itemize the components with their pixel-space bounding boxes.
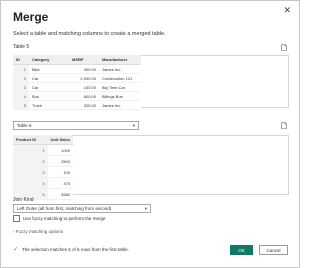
fuzzy-options-label: Fuzzy matching options [15,229,64,234]
table-cell: 2,000.00 [69,73,99,83]
dialog-title: Merge [13,10,49,24]
dialog-subtitle: Select a table and matching columns to c… [13,31,166,37]
table-cell: 100 [47,166,73,178]
table-cell: 2 [13,155,48,167]
join-kind-select[interactable]: Left Outer (all from first, matching fro… [13,204,151,213]
table-cell: Bus [29,91,69,101]
table-cell: Truck [29,100,69,110]
table-cell: 4580 [47,188,73,200]
table-row: 4 Bus 600.00 Billings Bus [13,91,141,101]
table-cell: James Inc. [99,64,141,74]
document-icon[interactable] [281,44,287,51]
table-row: 3 100 [13,166,73,178]
check-icon: ✓ [13,247,19,253]
table-cell: Construction 101 [99,73,141,83]
column-header[interactable]: Unit Sales [47,135,73,145]
table-cell: 600.00 [69,91,99,101]
table-cell: 3 [13,82,29,92]
table2-header-row: Product ID Unit Sales [13,135,73,145]
table2-select-value: Table 6 [17,123,32,128]
table-cell: 5 [13,100,29,110]
table-cell: Billings Bus [99,91,141,101]
column-header[interactable]: Category [29,55,69,65]
document-icon[interactable] [281,122,287,129]
table-cell: 1 [13,144,48,156]
cancel-button[interactable]: Cancel [259,245,288,255]
table-cell: 325.00 [69,100,99,110]
merge-dialog: ✕ Merge Select a table and matching colu… [0,0,300,268]
fuzzy-checkbox[interactable] [13,215,20,222]
chevron-down-icon: ▾ [144,206,147,211]
table-cell: 3 [13,166,48,178]
fuzzy-checkbox-label: Use fuzzy matching to perform the merge [23,216,106,221]
table1-preview: ID Category MSRP Manufacturer 1 Bike 300… [13,55,141,110]
table1-name: Table 5 [13,44,30,50]
table-row: 4 375 [13,177,73,189]
table-cell: Bike [29,64,69,74]
column-header[interactable]: ID [13,55,29,65]
table2-select[interactable]: Table 6 ▾ [13,121,139,130]
fuzzy-options-toggle[interactable]: › Fuzzy matching options [13,229,63,234]
table-cell: 4 [13,91,29,101]
column-header[interactable]: MSRP [69,55,99,65]
table-cell: 1000 [47,144,73,156]
table-cell: 375 [47,177,73,189]
table-row: 1 Bike 300.00 James Inc. [13,64,141,74]
table-cell: Big Time Car [99,82,141,92]
table1-header-row: ID Category MSRP Manufacturer [13,55,141,65]
table2-preview: Product ID Unit Sales 1 1000 2 2500 3 10… [13,135,73,200]
join-kind-label: Join Kind [13,197,34,203]
table-row: 2 Car 2,000.00 Construction 101 [13,73,141,83]
table-cell: 2500 [47,155,73,167]
column-header[interactable]: Manufacturer [99,55,141,65]
table-cell: 150.00 [69,82,99,92]
table-cell: Car [29,82,69,92]
match-status: ✓ The selection matches 5 of 6 rows from… [13,246,129,253]
column-header[interactable]: Product ID [13,135,48,145]
close-icon[interactable]: ✕ [283,5,291,15]
table-row: 2 2500 [13,155,73,167]
fuzzy-checkbox-row[interactable]: Use fuzzy matching to perform the merge [13,215,106,222]
status-text: The selection matches 5 of 6 rows from t… [22,247,129,252]
join-kind-value: Left Outer (all from first, matching fro… [17,206,112,211]
table-row: 3 Car 150.00 Big Time Car [13,82,141,92]
table-cell: James Inc. [99,100,141,110]
table-row: 5 Truck 325.00 James Inc. [13,100,141,110]
table-cell: 4 [13,177,48,189]
table-cell: 300.00 [69,64,99,74]
chevron-down-icon: ▾ [132,123,135,128]
table-row: 1 1000 [13,144,73,156]
table-cell: Car [29,73,69,83]
ok-button[interactable]: OK [230,245,253,255]
table-cell: 2 [13,73,29,83]
table-cell: 1 [13,64,29,74]
